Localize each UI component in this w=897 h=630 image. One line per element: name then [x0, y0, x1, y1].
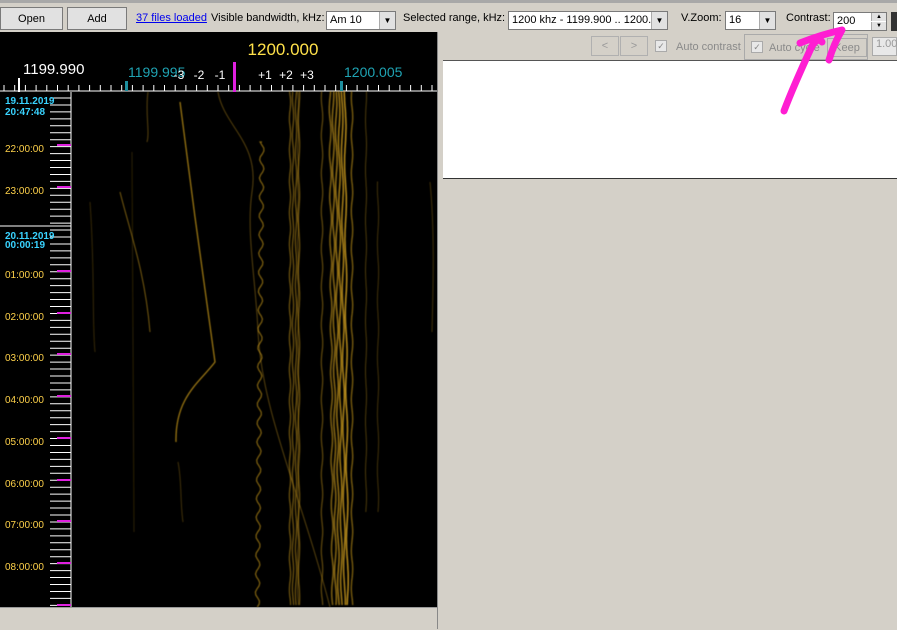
vzoom-label: V.Zoom:	[681, 12, 722, 24]
date-label-1: 19.11.2019	[5, 96, 55, 107]
time-label-start: 20:47:48	[5, 107, 45, 118]
auto-contrast-checkbox[interactable]: ✓	[655, 40, 667, 52]
right-frequency-label: 1200.005	[344, 64, 403, 80]
chevron-down-icon[interactable]: ▼	[651, 12, 667, 29]
contrast-value: 200	[837, 15, 856, 27]
spin-down-icon[interactable]: ▼	[871, 22, 886, 30]
next-button[interactable]: >	[620, 36, 648, 56]
waterfall-canvas: 1200.000 1199.990 1199.995 1200.005 -3 -…	[0, 40, 437, 607]
spin-up-icon[interactable]: ▲	[871, 13, 886, 21]
hour-label-04: 04:00:00	[5, 395, 44, 406]
value-box[interactable]: 1.00	[872, 37, 897, 56]
auto-cycle-checkbox[interactable]: ✓	[751, 41, 763, 53]
signal-traces	[89, 91, 434, 607]
drift-trace	[217, 91, 331, 607]
spectrum-panel[interactable]	[443, 60, 897, 179]
files-loaded-link[interactable]: 37 files loaded	[136, 12, 207, 24]
drift-trace	[175, 101, 216, 443]
waterfall-display[interactable]: 1200.000 1199.990 1199.995 1200.005 -3 -…	[0, 32, 437, 607]
carrier-trace	[365, 91, 367, 513]
carrier-trace	[291, 91, 295, 606]
drift-trace	[131, 151, 135, 533]
marker-1199995	[125, 81, 128, 91]
frequency-scale: 1200.000 1199.990 1199.995 1200.005 -3 -…	[0, 40, 437, 92]
toolbar: Open Add 37 files loaded Visible bandwid…	[0, 0, 897, 32]
drift-trace	[177, 461, 184, 523]
time-label-midnight: 00:00:19	[5, 240, 45, 251]
cutoff-control	[891, 12, 897, 31]
vzoom-value: 16	[729, 14, 742, 26]
open-button[interactable]: Open	[0, 7, 63, 30]
hour-label-01: 01:00:00	[5, 270, 44, 281]
hour-label-22: 22:00:00	[5, 144, 44, 155]
marker-1200005	[340, 81, 343, 91]
carrier-trace	[320, 91, 324, 606]
drift-trace	[146, 91, 149, 143]
right-panel-controls: < > ✓ Auto contrast ✓ Auto cycle Keep 1.…	[443, 32, 897, 60]
hour-label-23: 23:00:00	[5, 186, 44, 197]
add-button[interactable]: Add	[67, 7, 127, 30]
carrier-trace	[350, 91, 354, 606]
contrast-label: Contrast:	[786, 12, 831, 24]
hour-label-05: 05:00:00	[5, 437, 44, 448]
auto-cycle-group: ✓ Auto cycle Keep	[744, 34, 868, 60]
carrier-trace	[376, 181, 380, 513]
carrier-trace	[334, 91, 340, 606]
left-frequency-label: 1199.990	[23, 61, 84, 78]
auto-contrast-label: Auto contrast	[676, 41, 741, 53]
center-marker	[233, 62, 236, 92]
offset-label-p3: +3	[300, 68, 314, 82]
center-frequency-label: 1200.000	[248, 40, 319, 59]
hour-label-07: 07:00:00	[5, 520, 44, 531]
hour-label-03: 03:00:00	[5, 353, 44, 364]
hour-label-02: 02:00:00	[5, 312, 44, 323]
time-axis: 19.11.2019 20:47:48 22:00:00 23:00:00 20…	[0, 92, 72, 607]
marker-1199990	[18, 78, 20, 92]
visible-bandwidth-select[interactable]: Am 10 ▼	[326, 11, 396, 30]
carrier-trace	[288, 91, 292, 606]
auto-cycle-label: Auto cycle	[769, 42, 820, 54]
offset-label-m1: -1	[215, 68, 226, 82]
prev-button[interactable]: <	[591, 36, 619, 56]
offset-label-p2: +2	[279, 68, 293, 82]
vzoom-select[interactable]: 16 ▼	[725, 11, 776, 30]
hour-label-08: 08:00:00	[5, 562, 44, 573]
selected-range-value: 1200 khz - 1199.900 .. 1200.1	[512, 14, 658, 26]
contrast-stepper[interactable]: 200 ▲ ▼	[833, 12, 887, 31]
keep-button[interactable]: Keep	[827, 38, 867, 57]
visible-bandwidth-label: Visible bandwidth, kHz:	[211, 12, 325, 24]
status-strip	[0, 607, 437, 630]
chevron-down-icon[interactable]: ▼	[759, 12, 775, 29]
carrier-trace	[294, 91, 298, 606]
drift-trace	[429, 181, 434, 333]
chevron-down-icon[interactable]: ▼	[379, 12, 395, 29]
offset-label-m3: -3	[174, 68, 185, 82]
offset-label-m2: -2	[194, 68, 205, 82]
hour-label-06: 06:00:00	[5, 479, 44, 490]
drift-trace	[119, 191, 151, 333]
offset-label-p1: +1	[258, 68, 272, 82]
drift-trace	[89, 201, 96, 353]
visible-bandwidth-value: Am 10	[330, 14, 362, 26]
selected-range-label: Selected range, kHz:	[403, 12, 506, 24]
selected-range-select[interactable]: 1200 khz - 1199.900 .. 1200.1 ▼	[508, 11, 668, 30]
